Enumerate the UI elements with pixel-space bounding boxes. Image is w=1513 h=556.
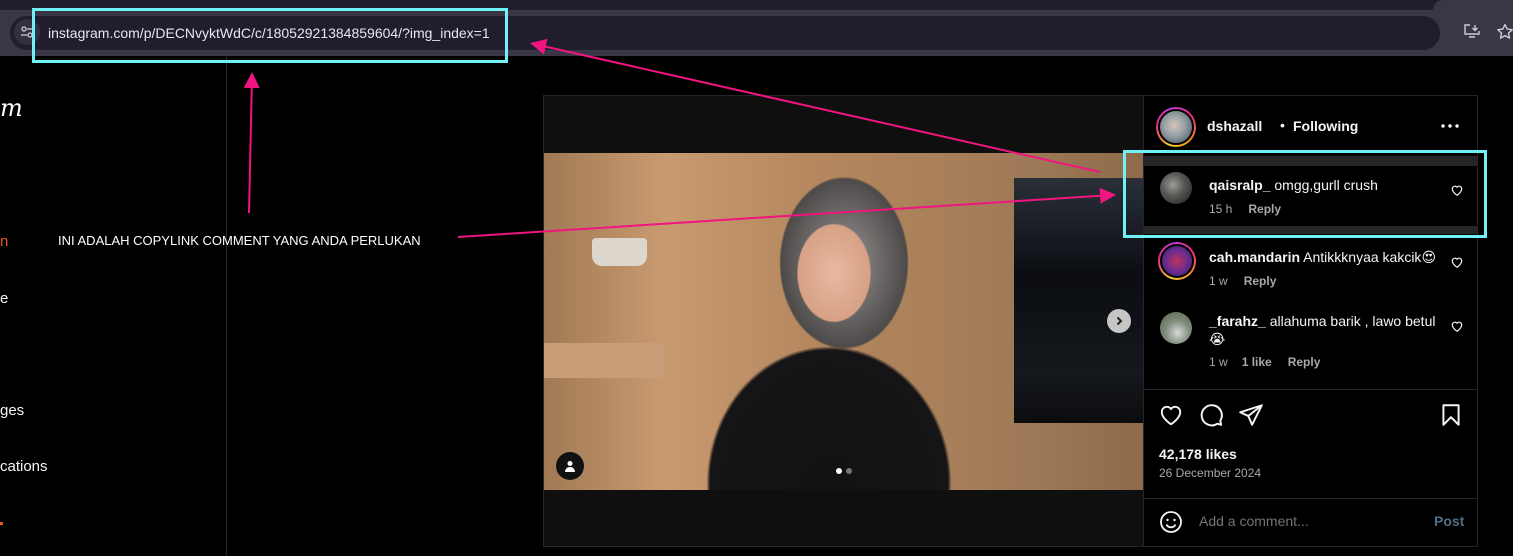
post-photo: [544, 153, 1143, 490]
post-date[interactable]: 26 December 2024: [1159, 466, 1261, 480]
sidebar-divider: [226, 56, 227, 556]
comment-item: _farahz_ allahuma barik , lawo betul 😭 1…: [1144, 306, 1478, 390]
carousel-dot: [846, 468, 852, 474]
post-actions: [1144, 402, 1478, 436]
install-app-button[interactable]: [1462, 22, 1482, 42]
comment-time[interactable]: 1 w: [1209, 274, 1228, 288]
comment-body: allahuma barik , lawo betul: [1269, 313, 1436, 329]
annotation-text: INI ADALAH COPYLINK COMMENT YANG ANDA PE…: [58, 233, 421, 248]
send-icon: [1239, 404, 1263, 426]
reply-button[interactable]: Reply: [1244, 274, 1277, 288]
comment-text: _farahz_ allahuma barik , lawo betul 😭: [1209, 312, 1439, 348]
tagged-users-button[interactable]: [556, 452, 584, 480]
share-button[interactable]: [1238, 402, 1264, 428]
commenter-username[interactable]: _farahz_: [1209, 313, 1266, 329]
post-comment-button[interactable]: Post: [1434, 513, 1464, 529]
sidebar-item-messages[interactable]: ges: [0, 402, 24, 419]
more-horizontal-icon: [1441, 124, 1459, 128]
comment-body: Antikkknyaa kakcik: [1303, 249, 1422, 265]
emoji-icon: [1160, 511, 1182, 533]
comment-like-button[interactable]: [1450, 255, 1464, 269]
comment-item: cah.mandarin Antikkknyaa kakcik😍 1 w Rep…: [1144, 238, 1478, 304]
heart-icon: [1451, 321, 1463, 332]
comment-emoji: 😍: [1421, 249, 1437, 265]
comment-time[interactable]: 1 w: [1209, 355, 1228, 369]
commenter-username[interactable]: cah.mandarin: [1209, 249, 1300, 265]
heart-icon: [1160, 405, 1182, 426]
comment-button[interactable]: [1198, 402, 1224, 428]
photo-background-shelf: [544, 343, 664, 378]
instagram-logo[interactable]: m: [0, 94, 23, 122]
sidebar-item-search[interactable]: n: [0, 233, 8, 250]
comment-text: cah.mandarin Antikkknyaa kakcik😍: [1209, 248, 1439, 266]
reply-button[interactable]: Reply: [1288, 355, 1321, 369]
carousel-indicator: [836, 468, 852, 474]
comment-icon: [1200, 404, 1223, 427]
sidebar-item-explore[interactable]: e: [0, 290, 8, 307]
comment-input[interactable]: [1199, 513, 1419, 529]
sidebar-item-notifications[interactable]: cations: [0, 458, 48, 475]
like-button[interactable]: [1158, 402, 1184, 428]
save-button[interactable]: [1438, 402, 1464, 428]
photo-background-lamp: [592, 238, 647, 266]
sidebar-create-indicator: [0, 522, 3, 525]
more-options-button[interactable]: [1440, 118, 1462, 134]
chevron-right-icon: [1116, 316, 1123, 326]
comment-highlight-box: [1123, 150, 1487, 238]
post-media: [544, 96, 1143, 546]
header-separator: •: [1280, 117, 1285, 133]
bookmark-button[interactable]: [1495, 22, 1513, 42]
star-icon: [1497, 23, 1513, 39]
url-highlight-box: [32, 8, 508, 63]
carousel-next-button[interactable]: [1107, 309, 1131, 333]
author-username[interactable]: dshazall: [1207, 118, 1262, 134]
bookmark-icon: [1442, 404, 1460, 426]
active-tab-edge: [1433, 0, 1513, 10]
likes-count[interactable]: 42,178 likes: [1159, 446, 1237, 462]
comment-meta: 1 w 1 like Reply: [1209, 355, 1320, 369]
author-avatar[interactable]: [1156, 107, 1196, 147]
commenter-avatar[interactable]: [1160, 312, 1192, 344]
actions-divider: [1144, 389, 1478, 390]
post-header: dshazall • Following: [1144, 96, 1478, 156]
heart-icon: [1451, 257, 1463, 268]
comment-like-button[interactable]: [1450, 319, 1464, 333]
comment-emoji: 😭: [1209, 331, 1226, 347]
install-app-icon: [1464, 24, 1480, 38]
emoji-picker-button[interactable]: [1159, 510, 1183, 534]
comment-meta: 1 w Reply: [1209, 274, 1276, 288]
carousel-dot-active: [836, 468, 842, 474]
user-icon: [565, 461, 575, 472]
add-comment-bar: Post: [1144, 498, 1478, 546]
comment-likes-count[interactable]: 1 like: [1242, 355, 1272, 369]
commenter-avatar[interactable]: [1158, 242, 1196, 280]
following-button[interactable]: Following: [1293, 118, 1358, 134]
